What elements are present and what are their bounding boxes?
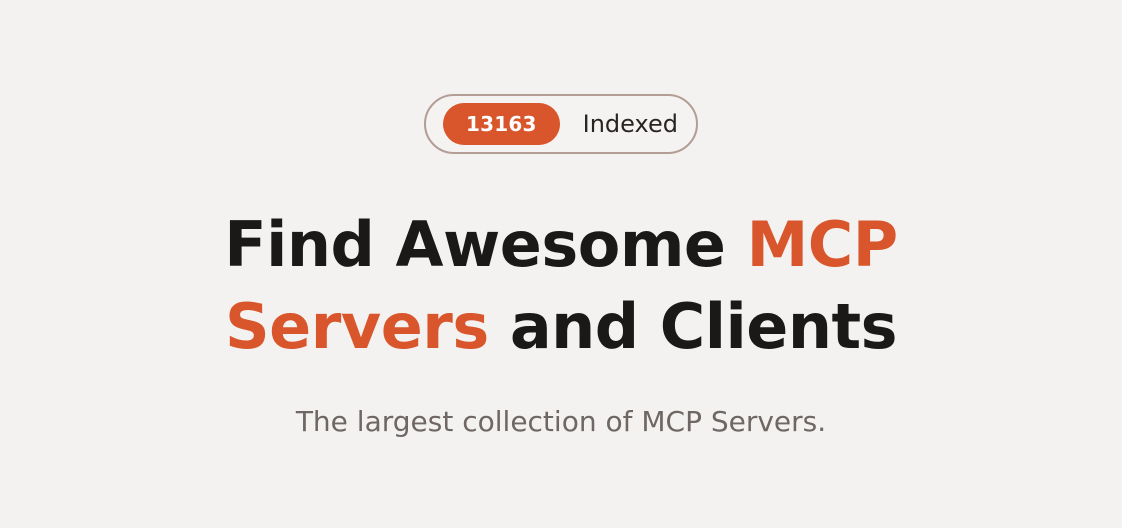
title-plain-part-1: Find Awesome (224, 208, 747, 281)
page-subtitle: The largest collection of MCP Servers. (295, 405, 827, 438)
title-plain-part-2: and Clients (488, 290, 898, 363)
title-line-2: Servers and Clients (225, 290, 898, 363)
page-title: Find Awesome MCP Servers and Clients (224, 204, 899, 368)
hero-section: 13163 Indexed Find Awesome MCP Servers a… (0, 0, 1122, 528)
title-line-1: Find Awesome MCP (224, 208, 899, 281)
indexed-count: 13163 (443, 103, 560, 145)
indexed-count-badge: 13163 Indexed (424, 94, 698, 154)
indexed-label: Indexed (582, 110, 678, 138)
title-accent-mcp: MCP (746, 208, 899, 281)
title-accent-servers: Servers (225, 290, 489, 363)
